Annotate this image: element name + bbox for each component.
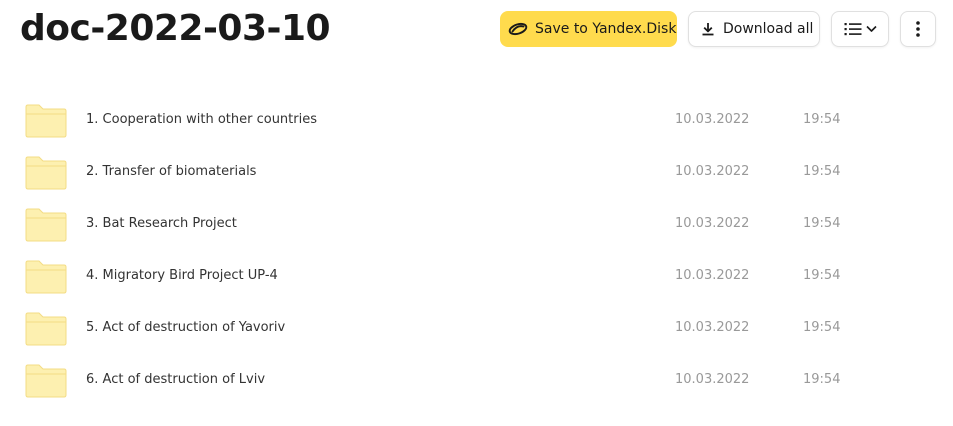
file-row[interactable]: 6. Act of destruction of Lviv 10.03.2022… xyxy=(0,354,953,406)
file-name: 2. Transfer of biomaterials xyxy=(86,164,257,179)
file-date: 10.03.2022 xyxy=(675,372,750,387)
file-row[interactable]: 4. Migratory Bird Project UP-4 10.03.202… xyxy=(0,250,953,302)
download-all-button[interactable]: Download all xyxy=(688,11,820,47)
yandex-disk-icon xyxy=(508,22,528,36)
file-row[interactable]: 3. Bat Research Project 10.03.2022 19:54 xyxy=(0,198,953,250)
file-date: 10.03.2022 xyxy=(675,112,750,127)
list-view-icon xyxy=(844,22,862,36)
file-row[interactable]: 2. Transfer of biomaterials 10.03.2022 1… xyxy=(0,146,953,198)
file-date: 10.03.2022 xyxy=(675,268,750,283)
folder-icon xyxy=(25,104,67,138)
file-date: 10.03.2022 xyxy=(675,164,750,179)
folder-icon xyxy=(25,260,67,294)
file-time: 19:54 xyxy=(803,268,841,283)
file-time: 19:54 xyxy=(803,164,841,179)
more-options-button[interactable] xyxy=(900,11,936,47)
chevron-down-icon xyxy=(865,25,877,33)
file-date: 10.03.2022 xyxy=(675,320,750,335)
file-time: 19:54 xyxy=(803,320,841,335)
file-time: 19:54 xyxy=(803,112,841,127)
save-button-label: Save to Yandex.Disk xyxy=(535,21,677,37)
file-name: 5. Act of destruction of Yavoriv xyxy=(86,320,286,335)
file-list: 1. Cooperation with other countries 10.0… xyxy=(0,94,953,406)
more-vertical-icon xyxy=(916,21,920,37)
folder-icon xyxy=(25,156,67,190)
file-name: 1. Cooperation with other countries xyxy=(86,112,317,127)
file-time: 19:54 xyxy=(803,216,841,231)
view-mode-button[interactable] xyxy=(831,11,889,47)
file-name: 3. Bat Research Project xyxy=(86,216,237,231)
header: doc-2022-03-10 Save to Yandex.Disk Downl… xyxy=(0,0,953,60)
file-name: 4. Migratory Bird Project UP-4 xyxy=(86,268,278,283)
folder-icon xyxy=(25,208,67,242)
download-button-label: Download all xyxy=(723,21,814,37)
file-name: 6. Act of destruction of Lviv xyxy=(86,372,266,387)
download-icon xyxy=(701,22,715,36)
page: doc-2022-03-10 Save to Yandex.Disk Downl… xyxy=(0,0,953,426)
file-row[interactable]: 5. Act of destruction of Yavoriv 10.03.2… xyxy=(0,302,953,354)
page-title: doc-2022-03-10 xyxy=(20,8,331,49)
folder-icon xyxy=(25,312,67,346)
save-to-disk-button[interactable]: Save to Yandex.Disk xyxy=(500,11,677,47)
file-time: 19:54 xyxy=(803,372,841,387)
folder-icon xyxy=(25,364,67,398)
file-row[interactable]: 1. Cooperation with other countries 10.0… xyxy=(0,94,953,146)
file-date: 10.03.2022 xyxy=(675,216,750,231)
